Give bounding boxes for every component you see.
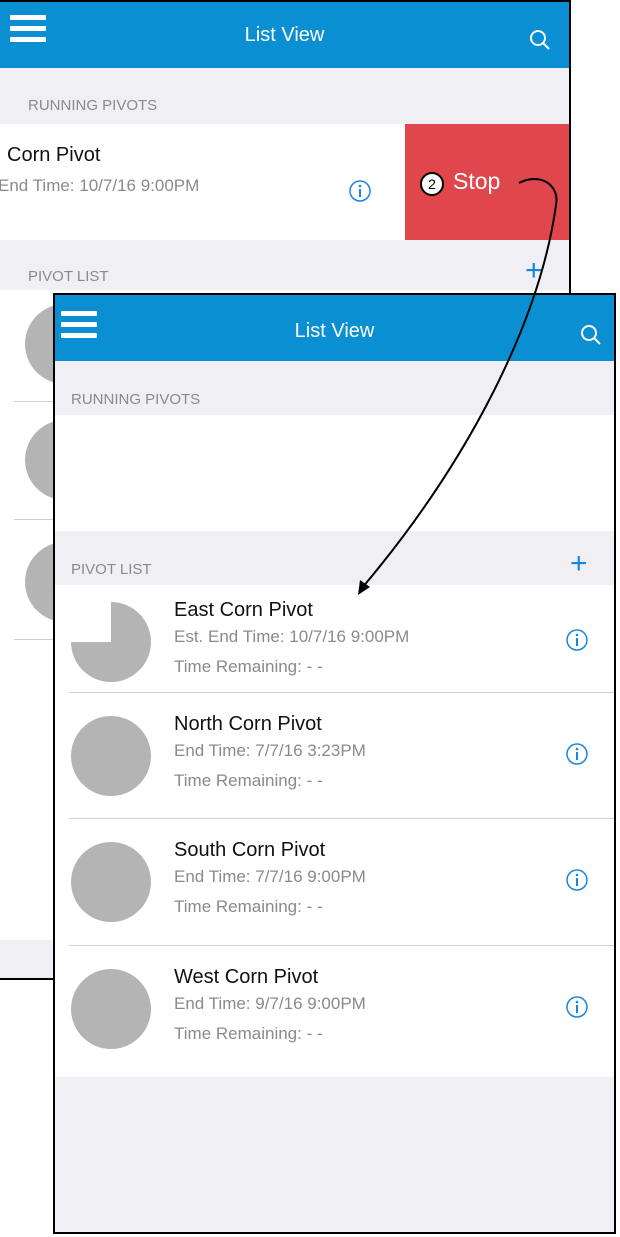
section-label: RUNNING PIVOTS — [71, 391, 201, 408]
section-label: PIVOT LIST — [28, 268, 109, 285]
pivot-end-time: End Time: 9/7/16 9:00PM — [174, 994, 366, 1013]
search-icon[interactable] — [579, 323, 603, 347]
pivot-time-remaining: Time Remaining: - - — [174, 771, 323, 790]
step-number-badge: 2 — [420, 172, 444, 196]
bottom-fill — [55, 1077, 614, 1232]
pie-progress-icon — [71, 842, 151, 922]
pivot-name: South Corn Pivot — [174, 839, 326, 861]
pivot-name: West Corn Pivot — [174, 966, 319, 988]
list-item[interactable]: West Corn Pivot End Time: 9/7/16 9:00PM Ti… — [55, 946, 614, 1077]
stop-label: Stop — [453, 168, 501, 194]
search-icon[interactable] — [528, 28, 552, 52]
navbar: List View — [0, 2, 569, 68]
pivot-time-remaining: Time Remaining: - - — [174, 657, 323, 676]
pivot-list-header: PIVOT LIST + — [0, 240, 569, 290]
pivot-list-header: PIVOT LIST + — [55, 531, 614, 585]
pivot-end-time: Est. End Time: 10/7/16 9:00PM — [174, 627, 410, 646]
info-icon[interactable] — [565, 995, 589, 1019]
pivot-time-remaining: Time Remaining: - - — [174, 897, 323, 916]
pivot-end-time: End Time: 7/7/16 9:00PM — [174, 867, 366, 886]
plus-icon[interactable]: + — [570, 549, 588, 579]
running-pivots-empty — [55, 415, 614, 531]
pivot-name: North Corn Pivot — [174, 713, 322, 735]
list-item[interactable]: East Corn Pivot Est. End Time: 10/7/16 9:… — [55, 585, 614, 693]
plus-icon[interactable]: + — [525, 256, 543, 286]
pie-progress-icon — [71, 602, 151, 682]
pie-progress-icon — [71, 969, 151, 1049]
navbar-title: List View — [244, 24, 325, 46]
info-icon[interactable] — [565, 742, 589, 766]
pie-progress-icon — [71, 716, 151, 796]
info-icon[interactable] — [348, 179, 372, 203]
pivot-end-time: End Time: 7/7/16 3:23PM — [174, 741, 366, 760]
pivot-name: Corn Pivot — [7, 144, 101, 166]
info-icon[interactable] — [565, 628, 589, 652]
list-item[interactable]: South Corn Pivot End Time: 7/7/16 9:00PM T… — [55, 819, 614, 946]
running-pivots-header: RUNNING PIVOTS — [55, 361, 614, 415]
running-pivot-row[interactable]: Corn Pivot End Time: 10/7/16 9:00PM 2 St… — [0, 124, 569, 240]
info-icon[interactable] — [565, 868, 589, 892]
navbar-title: List View — [294, 320, 375, 342]
pivot-time-remaining: Time Remaining: - - — [174, 1024, 323, 1043]
navbar: List View — [55, 295, 614, 361]
front-screen: List View RUNNING PIVOTS PIVOT LIST + Ea… — [53, 293, 616, 1234]
running-pivots-header: RUNNING PIVOTS — [0, 68, 569, 124]
stop-button[interactable]: 2 Stop — [405, 124, 569, 240]
section-label: RUNNING PIVOTS — [28, 97, 158, 114]
pivot-end-time: End Time: 10/7/16 9:00PM — [0, 176, 200, 195]
pivot-name: East Corn Pivot — [174, 599, 313, 621]
list-item[interactable]: North Corn Pivot End Time: 7/7/16 3:23PM T… — [55, 693, 614, 819]
section-label: PIVOT LIST — [71, 561, 152, 578]
